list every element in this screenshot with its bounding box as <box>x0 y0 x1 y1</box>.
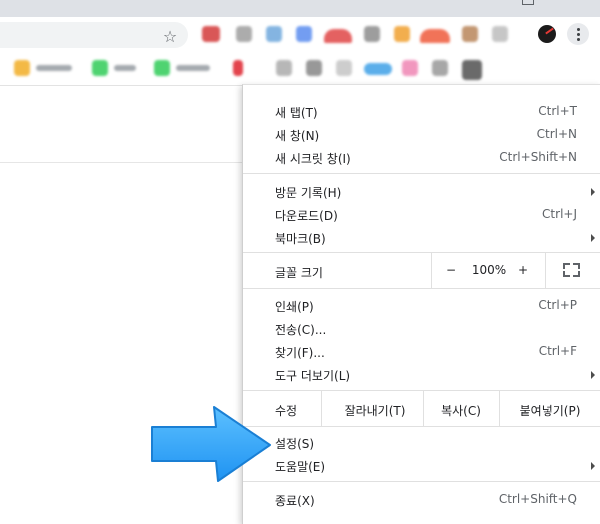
menu-separator <box>243 288 600 289</box>
menu-item-label: 설정(S) <box>275 437 315 451</box>
menu-item-cast[interactable]: 전송(C)... <box>243 317 600 340</box>
menu-separator <box>243 481 600 482</box>
extension-icon[interactable] <box>394 26 410 42</box>
edit-divider <box>321 391 322 426</box>
menu-item-shortcut: Ctrl+P <box>538 298 577 312</box>
extension-icon[interactable] <box>202 26 220 42</box>
zoom-level: 100% <box>471 263 507 277</box>
bookmark-item[interactable] <box>230 59 246 77</box>
menu-separator <box>243 173 600 174</box>
menu-item-new-incognito[interactable]: 새 시크릿 창(I) Ctrl+Shift+N <box>243 146 600 169</box>
paste-button[interactable]: 붙여넣기(P) <box>505 402 595 419</box>
bookmark-item[interactable] <box>402 59 418 77</box>
menu-item-shortcut: Ctrl+Shift+N <box>499 150 577 164</box>
menu-item-label: 방문 기록(H) <box>275 186 342 200</box>
browser-toolbar: ☆ <box>0 17 600 53</box>
extension-icon[interactable] <box>236 26 252 42</box>
menu-item-shortcut: Ctrl+T <box>538 104 577 118</box>
submenu-arrow-icon <box>591 371 595 379</box>
page-divider <box>0 162 242 163</box>
menu-item-find[interactable]: 찾기(F)... Ctrl+F <box>243 340 600 363</box>
extension-icon[interactable] <box>324 29 352 43</box>
menu-item-label: 다운로드(D) <box>275 209 338 223</box>
bookmark-item[interactable] <box>92 59 142 77</box>
chrome-main-menu: 새 탭(T) Ctrl+T 새 창(N) Ctrl+N 새 시크릿 창(I) C… <box>242 84 600 524</box>
menu-item-exit[interactable]: 종료(X) Ctrl+Shift+Q <box>243 488 600 511</box>
zoom-row: 글꼴 크기 − 100% + <box>243 253 600 288</box>
menu-item-label: 찾기(F)... <box>275 346 325 360</box>
bookmark-item[interactable] <box>336 59 352 77</box>
extension-icon[interactable] <box>266 26 282 42</box>
menu-item-label: 새 시크릿 창(I) <box>275 152 351 166</box>
bookmark-item[interactable] <box>306 59 322 77</box>
extension-icon[interactable] <box>296 26 312 42</box>
more-menu-icon[interactable] <box>567 23 589 45</box>
edit-divider <box>423 391 424 426</box>
extension-icon[interactable] <box>492 26 508 42</box>
edit-row: 수정 잘라내기(T) 복사(C) 붙여넣기(P) <box>243 391 600 426</box>
address-bar[interactable]: ☆ <box>0 22 188 48</box>
menu-item-label: 새 창(N) <box>275 129 320 143</box>
extension-icon[interactable] <box>420 29 450 43</box>
menu-item-history[interactable]: 방문 기록(H) <box>243 180 600 203</box>
menu-item-shortcut: Ctrl+J <box>542 207 577 221</box>
zoom-divider <box>431 253 432 288</box>
bookmark-item[interactable] <box>462 59 486 80</box>
restore-window-icon[interactable] <box>522 0 534 5</box>
menu-item-shortcut: Ctrl+F <box>538 344 577 358</box>
bookmark-star-icon[interactable]: ☆ <box>160 27 180 47</box>
zoom-divider <box>545 253 546 288</box>
bookmark-item[interactable] <box>276 59 292 77</box>
bookmarks-bar <box>0 53 600 86</box>
menu-item-label: 전송(C)... <box>275 323 327 337</box>
profile-avatar[interactable] <box>538 25 556 43</box>
pointer-arrow-icon <box>151 406 271 482</box>
zoom-in-button[interactable]: + <box>513 263 533 277</box>
submenu-arrow-icon <box>591 188 595 196</box>
copy-button[interactable]: 복사(C) <box>429 402 493 419</box>
bookmark-item[interactable] <box>364 59 394 77</box>
menu-item-print[interactable]: 인쇄(P) Ctrl+P <box>243 294 600 317</box>
menu-item-new-window[interactable]: 새 창(N) Ctrl+N <box>243 123 600 146</box>
bookmark-item[interactable] <box>14 59 78 77</box>
edit-divider <box>499 391 500 426</box>
bookmark-item[interactable] <box>154 59 216 77</box>
menu-item-label: 새 탭(T) <box>275 106 318 120</box>
menu-separator <box>243 426 600 427</box>
zoom-label: 글꼴 크기 <box>275 266 323 280</box>
menu-item-label: 종료(X) <box>275 494 315 508</box>
edit-label: 수정 <box>275 404 298 418</box>
submenu-arrow-icon <box>591 462 595 470</box>
bookmark-item[interactable] <box>432 59 448 77</box>
submenu-arrow-icon <box>591 234 595 242</box>
cut-button[interactable]: 잘라내기(T) <box>333 402 417 419</box>
menu-item-settings[interactable]: 설정(S) <box>243 431 600 454</box>
menu-item-label: 도구 더보기(L) <box>275 369 351 383</box>
menu-item-shortcut: Ctrl+N <box>536 127 577 141</box>
extension-icon[interactable] <box>364 26 380 42</box>
menu-item-downloads[interactable]: 다운로드(D) Ctrl+J <box>243 203 600 226</box>
menu-item-shortcut: Ctrl+Shift+Q <box>498 492 577 506</box>
menu-item-new-tab[interactable]: 새 탭(T) Ctrl+T <box>243 100 600 123</box>
menu-item-more-tools[interactable]: 도구 더보기(L) <box>243 363 600 386</box>
fullscreen-icon[interactable] <box>563 263 580 277</box>
menu-item-help[interactable]: 도움말(E) <box>243 454 600 477</box>
extension-icon[interactable] <box>462 26 478 42</box>
zoom-out-button[interactable]: − <box>441 263 461 277</box>
window-title-strip <box>0 0 600 17</box>
menu-item-bookmarks[interactable]: 북마크(B) <box>243 226 600 249</box>
menu-item-label: 북마크(B) <box>275 232 326 246</box>
menu-item-label: 도움말(E) <box>275 460 326 474</box>
menu-item-label: 인쇄(P) <box>275 300 314 314</box>
